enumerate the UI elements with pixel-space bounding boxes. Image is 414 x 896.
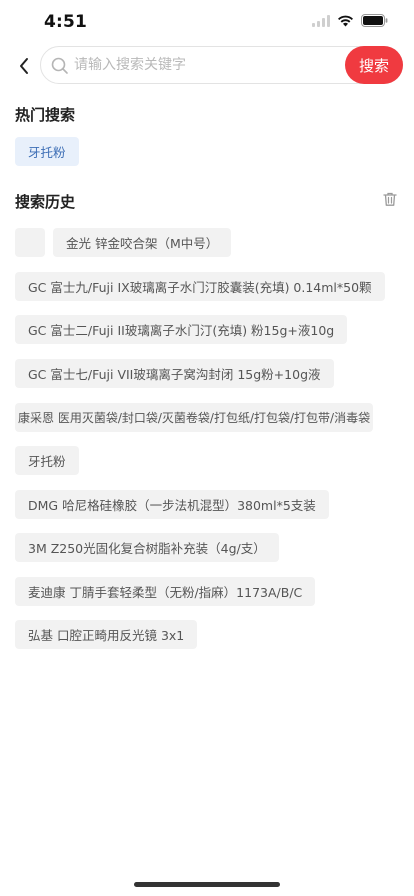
hot-search-title: 热门搜索: [15, 106, 76, 124]
history-tag[interactable]: 麦迪康 丁腈手套轻柔型（无粉/指麻）1173A/B/C: [15, 577, 316, 606]
status-icons: [312, 14, 388, 27]
search-box: 搜索: [40, 46, 403, 84]
status-time: 4:51: [44, 12, 88, 32]
history-tag[interactable]: GC 富士七/Fuji VII玻璃离子窝沟封闭 15g粉+10g液: [15, 359, 334, 388]
history-tag-empty[interactable]: [15, 228, 45, 257]
history-tag[interactable]: GC 富士二/Fuji II玻璃离子水门汀(充填) 粉15g+液10g: [15, 315, 348, 344]
chevron-left-icon: [20, 58, 28, 74]
wifi-icon: [337, 15, 354, 27]
home-indicator: [134, 882, 280, 887]
history-tag[interactable]: 3M Z250光固化复合树脂补充装（4g/支）: [15, 533, 279, 562]
battery-icon: [361, 14, 388, 27]
history-tag[interactable]: 弘基 口腔正畸用反光镜 3x1: [15, 620, 198, 649]
back-button[interactable]: [12, 54, 36, 78]
hot-search-tag[interactable]: 牙托粉: [15, 137, 79, 166]
status-bar: 4:51: [0, 0, 414, 44]
history-tag[interactable]: GC 富士九/Fuji IX玻璃离子水门汀胶囊装(充填) 0.14ml*50颗: [15, 272, 385, 301]
search-input[interactable]: [74, 53, 334, 77]
search-header: 搜索: [0, 44, 414, 88]
search-screen: 4:51 请输入搜索关键字 搜索 热门搜索 牙托粉 搜索历史 金光 锌金咬合架（…: [0, 0, 414, 896]
trash-icon[interactable]: [382, 191, 398, 207]
search-history-title: 搜索历史: [15, 193, 76, 211]
history-tag[interactable]: DMG 哈尼格硅橡胶（一步法机混型）380ml*5支装: [15, 490, 329, 519]
search-icon: [51, 57, 68, 74]
history-tag[interactable]: 金光 锌金咬合架（M中号）: [53, 228, 232, 257]
history-tag[interactable]: 牙托粉: [15, 446, 79, 475]
history-tag[interactable]: 康采恩 医用灭菌袋/封口袋/灭菌卷袋/打包纸/打包袋/打包带/消毒袋: [15, 403, 374, 432]
signal-icon: [312, 14, 330, 27]
search-button[interactable]: 搜索: [345, 46, 403, 84]
